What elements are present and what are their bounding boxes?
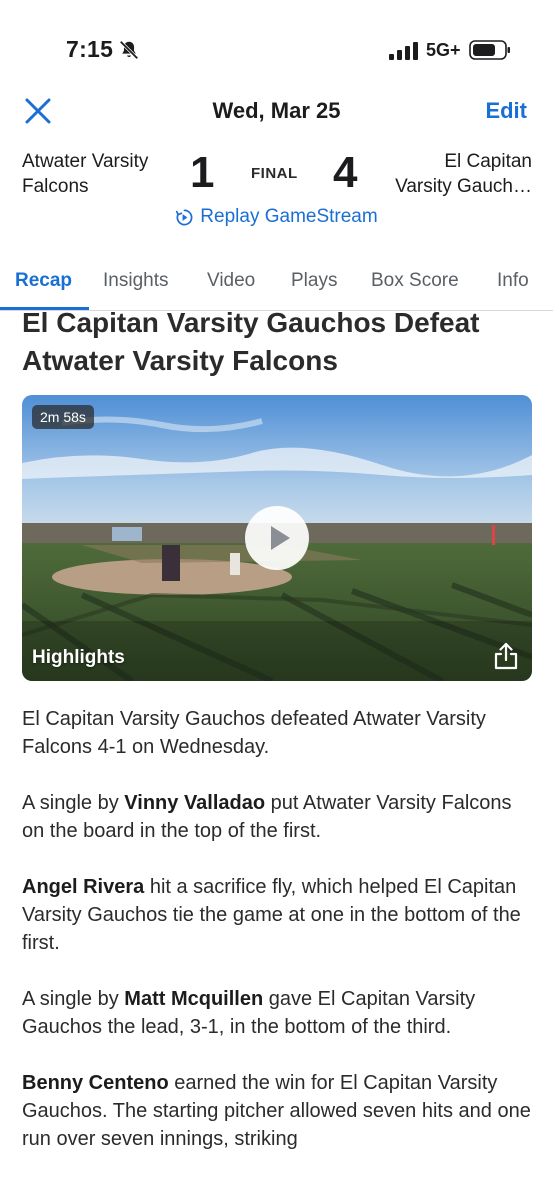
signal-icon — [389, 42, 418, 60]
paragraph: Benny Centeno earned the win for El Capi… — [22, 1072, 531, 1150]
away-team-name[interactable]: Atwater Varsity Falcons — [22, 149, 187, 199]
away-team-line1: Atwater Varsity — [22, 151, 149, 172]
replay-icon — [176, 209, 193, 225]
article-headline: El Capitan Varsity Gauchos Defeat Atwate… — [22, 307, 480, 376]
player-name[interactable]: Vinny Valladao — [124, 792, 265, 814]
tab-info[interactable]: Info — [497, 270, 529, 292]
tab-plays[interactable]: Plays — [291, 270, 337, 292]
close-icon[interactable] — [22, 95, 54, 127]
home-team-name[interactable]: El Capitan Varsity Gauch… — [362, 149, 532, 199]
home-team-line2: Varsity Gauch… — [395, 176, 532, 197]
highlights-video[interactable]: 2m 58s Highlights — [22, 395, 532, 681]
video-title: Highlights — [32, 647, 125, 668]
player-name[interactable]: Matt Mcquillen — [124, 988, 263, 1010]
game-status: FINAL — [251, 165, 298, 182]
tab-video[interactable]: Video — [207, 270, 255, 292]
network-type: 5G+ — [426, 40, 461, 60]
replay-gamestream-link[interactable]: Replay GameStream — [0, 206, 553, 233]
paragraph: A single by Matt Mcquillen gave El Capit… — [22, 988, 476, 1038]
paragraph: Angel Rivera hit a sacrifice fly, which … — [22, 876, 521, 954]
game-date: Wed, Mar 25 — [212, 98, 341, 123]
status-time: 7:15 — [66, 36, 114, 62]
edit-button[interactable]: Edit — [485, 98, 527, 124]
share-icon[interactable] — [492, 641, 520, 671]
paragraph: A single by Vinny Valladao put Atwater V… — [22, 792, 512, 842]
home-score: 4 — [333, 148, 358, 197]
play-icon — [271, 526, 290, 550]
video-duration: 2m 58s — [32, 405, 94, 429]
away-score: 1 — [190, 148, 215, 197]
replay-label: Replay GameStream — [200, 206, 378, 227]
battery-icon — [469, 40, 510, 60]
paragraph: El Capitan Varsity Gauchos defeated Atwa… — [22, 708, 486, 758]
status-bar: 7:15 5G+ — [0, 0, 553, 100]
tab-insights[interactable]: Insights — [103, 270, 168, 292]
home-team-line1: El Capitan — [444, 151, 532, 172]
article-body: El Capitan Varsity Gauchos defeated Atwa… — [22, 705, 534, 1181]
tab-box-score[interactable]: Box Score — [371, 270, 459, 292]
player-name[interactable]: Benny Centeno — [22, 1072, 169, 1094]
player-name[interactable]: Angel Rivera — [22, 876, 144, 898]
bell-off-icon — [119, 40, 139, 60]
play-button[interactable] — [245, 506, 309, 570]
tab-recap[interactable]: Recap — [15, 270, 72, 292]
away-team-line2: Falcons — [22, 176, 89, 197]
